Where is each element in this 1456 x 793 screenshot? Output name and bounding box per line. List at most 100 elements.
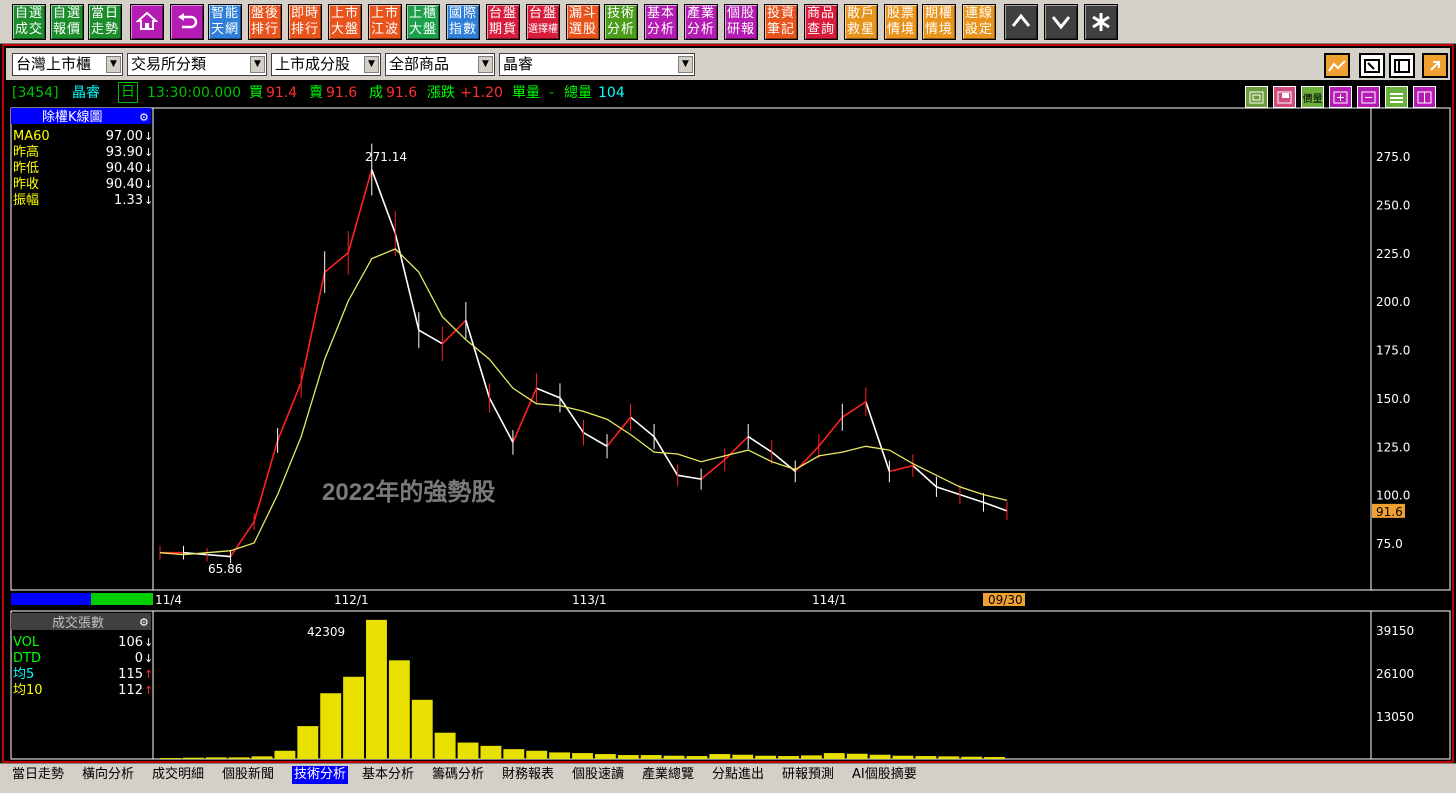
volume-y-tick-2: 39150 bbox=[1376, 624, 1414, 638]
volume-bar bbox=[434, 732, 456, 759]
volume-bar bbox=[503, 749, 525, 759]
price-plot-frame bbox=[152, 107, 1372, 591]
volume-bar bbox=[549, 752, 571, 759]
price-y-tick-2: 125.0 bbox=[1376, 440, 1410, 454]
price-segment bbox=[889, 464, 914, 473]
volume-bar bbox=[984, 757, 1005, 759]
tab-2[interactable]: 成交明細 bbox=[152, 766, 204, 784]
gear-icon: ⚙ bbox=[139, 111, 149, 124]
price-segment bbox=[841, 401, 867, 418]
up-arrow-icon: ↑ bbox=[144, 684, 153, 697]
tab-5[interactable]: 基本分析 bbox=[362, 766, 414, 784]
volume-indicator-label: VOL bbox=[13, 635, 40, 650]
price-y-tick-4: 175.0 bbox=[1376, 344, 1410, 358]
price-indicator-value: 97.00 bbox=[106, 129, 143, 144]
volume-bar bbox=[800, 755, 822, 759]
volume-bar bbox=[457, 742, 479, 759]
price-segment bbox=[253, 440, 279, 522]
price-segment bbox=[865, 401, 891, 472]
volume-bar bbox=[915, 756, 937, 759]
volume-bar bbox=[732, 754, 754, 759]
volume-y-tick-1: 26100 bbox=[1376, 667, 1414, 681]
price-panel-border bbox=[10, 107, 1451, 591]
tab-11[interactable]: 研報預測 bbox=[782, 766, 834, 784]
volume-bar bbox=[205, 757, 227, 759]
price-segment bbox=[583, 432, 608, 447]
x-tick-1: 112/1 bbox=[334, 593, 369, 607]
x-tick-0: 11/4 bbox=[155, 593, 182, 607]
ma60-line bbox=[159, 248, 1008, 556]
price-segment bbox=[488, 397, 514, 443]
volume-bar bbox=[686, 756, 708, 759]
volume-bar bbox=[182, 757, 204, 759]
tab-9[interactable]: 產業總覽 bbox=[642, 766, 694, 784]
price-indicator-label: 昨收 bbox=[13, 177, 39, 192]
tab-0[interactable]: 當日走勢 bbox=[12, 766, 64, 784]
price-segment bbox=[983, 501, 1008, 512]
volume-bar bbox=[343, 676, 365, 759]
price-segment bbox=[936, 486, 961, 496]
volume-bar bbox=[320, 693, 342, 759]
volume-bar bbox=[961, 756, 983, 759]
volume-bar bbox=[526, 750, 548, 759]
price-segment bbox=[441, 319, 467, 345]
price-y-tick-3: 150.0 bbox=[1376, 392, 1410, 406]
price-segment bbox=[324, 252, 349, 273]
volume-peak-annotation: 42309 bbox=[307, 625, 345, 639]
tab-7[interactable]: 財務報表 bbox=[502, 766, 554, 784]
down-arrow-icon: ↓ bbox=[144, 162, 153, 175]
volume-indicator-value: 115 bbox=[118, 667, 143, 682]
price-y-tick-5: 200.0 bbox=[1376, 295, 1410, 309]
x-tick-4: 09/30 bbox=[988, 593, 1023, 607]
volume-bar bbox=[869, 754, 891, 759]
bottom-tab-bar: 當日走勢 橫向分析 成交明細 個股新聞 技術分析 基本分析 籌碼分析 財務報表 個股速讀 產業總覽… bbox=[0, 763, 1456, 793]
price-indicator-value: 93.90 bbox=[106, 145, 143, 160]
volume-bar bbox=[709, 754, 731, 759]
price-indicator-label: 昨低 bbox=[13, 161, 39, 176]
price-segment bbox=[300, 271, 326, 383]
price-y-tick-8: 275.0 bbox=[1376, 150, 1410, 164]
price-indicator-label: MA60 bbox=[13, 129, 50, 144]
volume-indicator-value: 112 bbox=[118, 683, 143, 698]
volume-indicator-value: 0 bbox=[135, 651, 143, 666]
volume-y-tick-0: 13050 bbox=[1376, 710, 1414, 724]
volume-bar bbox=[823, 753, 845, 759]
tab-1[interactable]: 橫向分析 bbox=[82, 766, 134, 784]
price-segment bbox=[394, 233, 420, 331]
tab-3[interactable]: 個股新聞 bbox=[222, 766, 274, 784]
price-segment bbox=[747, 435, 773, 453]
price-segment bbox=[959, 493, 984, 504]
scroll-track bbox=[11, 593, 91, 605]
scroll-thumb bbox=[91, 593, 153, 605]
watermark-text: 2022年的強勢股 bbox=[322, 479, 496, 506]
last-price-tag-text: 91.6 bbox=[1376, 505, 1403, 519]
down-arrow-icon: ↓ bbox=[144, 194, 153, 207]
tab-4[interactable]: 技術分析 bbox=[292, 766, 349, 784]
volume-indicator-label: 均5 bbox=[13, 667, 34, 682]
down-arrow-icon: ↓ bbox=[144, 146, 153, 159]
high-annotation: 271.14 bbox=[365, 150, 407, 164]
price-indicator-label: 昨高 bbox=[13, 144, 39, 160]
volume-bar bbox=[228, 757, 250, 759]
volume-bar bbox=[297, 726, 319, 759]
volume-bar bbox=[617, 755, 639, 759]
price-segment bbox=[370, 169, 397, 234]
price-segment bbox=[818, 416, 843, 447]
volume-bar bbox=[388, 660, 410, 759]
low-annotation: 65.86 bbox=[208, 562, 242, 576]
gear-icon: ⚙ bbox=[139, 616, 149, 629]
price-indicator-value: 1.33 bbox=[114, 193, 143, 208]
tab-10[interactable]: 分點進出 bbox=[712, 766, 764, 784]
price-segment bbox=[229, 521, 255, 557]
volume-bar bbox=[480, 745, 502, 759]
volume-bar bbox=[160, 758, 181, 759]
price-segment bbox=[653, 436, 679, 476]
price-segment bbox=[724, 436, 749, 461]
price-y-tick-0: 75.0 bbox=[1376, 537, 1403, 551]
volume-bar bbox=[892, 755, 914, 759]
tab-6[interactable]: 籌碼分析 bbox=[432, 766, 484, 784]
price-segment bbox=[677, 474, 702, 480]
tab-12[interactable]: AI個股摘要 bbox=[852, 766, 917, 784]
down-arrow-icon: ↓ bbox=[144, 130, 153, 143]
tab-8[interactable]: 個股速讀 bbox=[572, 766, 624, 784]
